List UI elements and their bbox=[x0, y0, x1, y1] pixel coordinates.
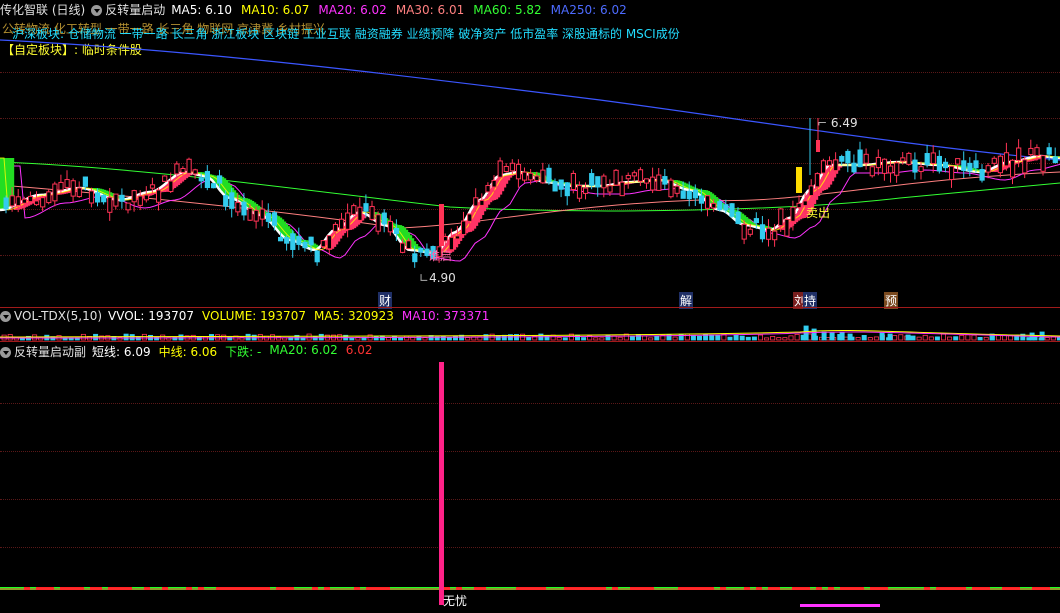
sub-indicator-chart[interactable] bbox=[0, 0, 1060, 613]
sub-bottom-marker bbox=[800, 604, 880, 607]
bottom-signal-label: 无忧 bbox=[443, 594, 468, 608]
sub-spike-bar bbox=[439, 362, 444, 605]
